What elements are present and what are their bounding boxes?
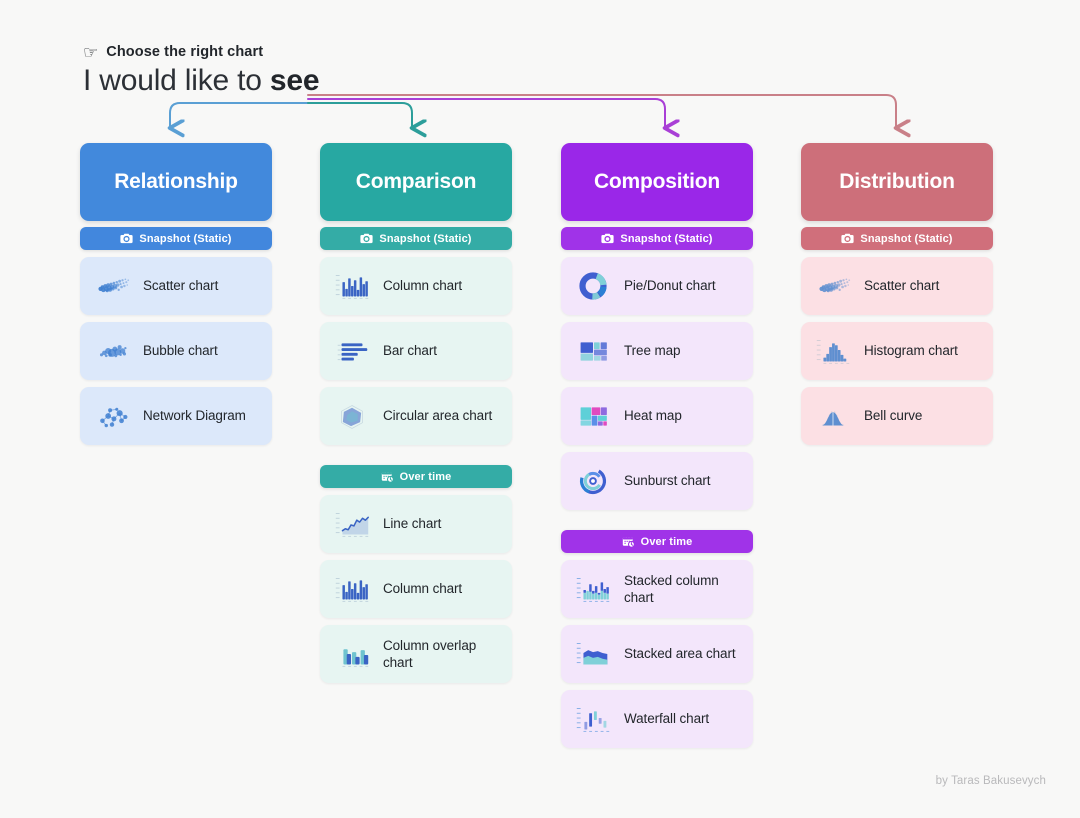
chart-card[interactable]: Tree map [561, 322, 753, 380]
page-title: I would like to see [83, 64, 320, 98]
arrow-to-composition [307, 98, 665, 128]
chart-card-label: Column chart [383, 278, 463, 294]
histogram-chart-icon [816, 340, 850, 364]
chart-card[interactable]: Stacked column chart [561, 560, 753, 618]
arrow-to-relationship [170, 102, 309, 128]
heat-map-icon [580, 407, 607, 426]
donut-chart-icon [579, 272, 607, 300]
calendar-clock-icon [622, 535, 635, 548]
group-badge-label: Snapshot (Static) [379, 232, 472, 245]
camera-icon [360, 233, 374, 244]
calendar-clock-icon [381, 470, 394, 483]
chart-card[interactable]: Column overlap chart [320, 625, 512, 683]
chart-card[interactable]: Heat map [561, 387, 753, 445]
column-chart-icon [335, 275, 369, 299]
chart-card-label: Bubble chart [143, 343, 218, 359]
category-title: Comparison [355, 170, 477, 193]
author-credit: by Taras Bakusevych [935, 775, 1046, 787]
chart-card[interactable]: Bubble chart [80, 322, 272, 380]
chart-card-label: Scatter chart [143, 278, 219, 294]
page-title-emphasis: see [269, 64, 320, 97]
network-diagram-icon [100, 407, 128, 428]
infographic-root: ☞ Choose the right chart I would like to… [0, 0, 1080, 818]
bar-chart-icon [337, 343, 368, 361]
arrow-to-comparison [307, 102, 412, 128]
chart-card-label: Bell curve [864, 408, 923, 424]
category-column-comparison: Comparison Snapshot (Static) Column chart B… [320, 143, 512, 683]
chart-card-label: Stacked column chart [624, 572, 719, 605]
chart-card[interactable]: Stacked area chart [561, 625, 753, 683]
group-badge-snapshot[interactable]: Snapshot (Static) [80, 227, 272, 250]
group-badge-snapshot[interactable]: Snapshot (Static) [561, 227, 753, 250]
chart-card[interactable]: Circular area chart [320, 387, 512, 445]
chart-card-label: Network Diagram [143, 408, 246, 424]
chart-card-label: Sunburst chart [624, 473, 711, 489]
chart-card-label: Column chart [383, 581, 463, 597]
chart-card[interactable]: Column chart [320, 560, 512, 618]
camera-icon [841, 233, 855, 244]
category-title: Distribution [839, 170, 955, 193]
waterfall-chart-icon [576, 708, 610, 732]
arrow-to-distribution [307, 94, 896, 128]
chart-card[interactable]: Bar chart [320, 322, 512, 380]
chart-card[interactable]: Scatter chart [80, 257, 272, 315]
chart-card-label: Column overlap chart [383, 637, 477, 670]
chart-card-label: Circular area chart [383, 408, 493, 424]
category-column-distribution: Distribution Snapshot (Static) Scatter cha… [801, 143, 993, 445]
category-header-relationship[interactable]: Relationship [80, 143, 272, 221]
chart-card[interactable]: Column chart [320, 257, 512, 315]
chart-card-label: Bar chart [383, 343, 437, 359]
group-badge-over-time[interactable]: Over time [561, 530, 753, 553]
pointing-hand-icon: ☞ [83, 43, 99, 62]
column-chart-icon [335, 578, 369, 602]
group-badge-label: Snapshot (Static) [860, 232, 953, 245]
chart-card-label: Histogram chart [864, 343, 958, 359]
scatter-chart-icon [98, 278, 130, 293]
chart-card[interactable]: Pie/Donut chart [561, 257, 753, 315]
chart-card-label: Heat map [624, 408, 682, 424]
bubble-chart-icon [99, 345, 127, 358]
scatter-chart-icon [819, 278, 851, 293]
group-badge-label: Snapshot (Static) [620, 232, 713, 245]
chart-card[interactable]: Histogram chart [801, 322, 993, 380]
group-badge-over-time[interactable]: Over time [320, 465, 512, 488]
chart-card[interactable]: Line chart [320, 495, 512, 553]
group-badge-label: Snapshot (Static) [139, 232, 232, 245]
chart-card-label: Tree map [624, 343, 681, 359]
stacked-column-chart-icon [576, 578, 610, 602]
column-overlap-chart-icon [342, 649, 369, 667]
group-badge-snapshot[interactable]: Snapshot (Static) [320, 227, 512, 250]
chart-card[interactable]: Bell curve [801, 387, 993, 445]
chart-card-label: Scatter chart [864, 278, 940, 294]
sunburst-chart-icon [579, 467, 607, 495]
chart-card-label: Waterfall chart [624, 711, 710, 727]
group-badge-snapshot[interactable]: Snapshot (Static) [801, 227, 993, 250]
chart-card-label: Pie/Donut chart [624, 278, 716, 294]
stacked-area-chart-icon [576, 643, 608, 665]
line-chart-icon [335, 513, 369, 537]
kicker: ☞ Choose the right chart [83, 43, 264, 62]
group-badge-label: Over time [640, 535, 693, 548]
circular-area-chart-icon [341, 405, 363, 429]
category-column-composition: Composition Snapshot (Static) Pie/Donut ch… [561, 143, 753, 748]
chart-card-label: Line chart [383, 516, 442, 532]
category-header-comparison[interactable]: Comparison [320, 143, 512, 221]
camera-icon [120, 233, 134, 244]
tree-map-icon [580, 342, 607, 361]
group-badge-label: Over time [399, 470, 452, 483]
bell-curve-icon [821, 410, 845, 426]
category-header-distribution[interactable]: Distribution [801, 143, 993, 221]
kicker-label: Choose the right chart [106, 43, 264, 60]
camera-icon [601, 233, 615, 244]
category-title: Relationship [114, 170, 238, 193]
page-title-plain: I would like to [83, 64, 270, 97]
chart-card[interactable]: Network Diagram [80, 387, 272, 445]
chart-card[interactable]: Waterfall chart [561, 690, 753, 748]
chart-card[interactable]: Scatter chart [801, 257, 993, 315]
category-header-composition[interactable]: Composition [561, 143, 753, 221]
chart-card[interactable]: Sunburst chart [561, 452, 753, 510]
category-title: Composition [593, 170, 721, 193]
category-column-relationship: Relationship Snapshot (Static) Scatter cha… [80, 143, 272, 445]
chart-card-label: Stacked area chart [624, 646, 736, 662]
